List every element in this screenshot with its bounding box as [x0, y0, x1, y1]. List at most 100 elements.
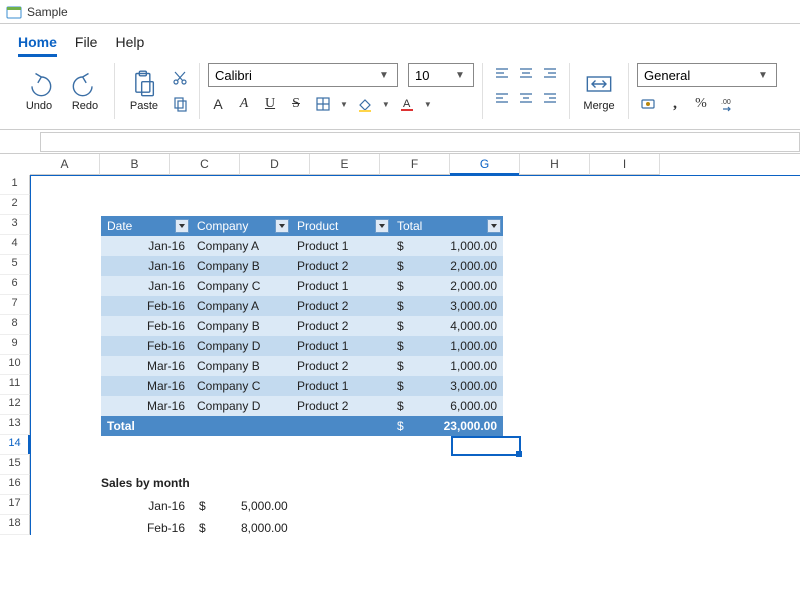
strikethrough-button[interactable]: S [286, 94, 306, 114]
align-center-button[interactable] [515, 87, 537, 109]
align-top-center-button[interactable] [515, 63, 537, 85]
redo-button[interactable]: Redo [64, 63, 106, 119]
column-header[interactable]: H [520, 154, 590, 175]
align-top-left-button[interactable] [491, 63, 513, 85]
app-icon [6, 4, 22, 20]
row-header[interactable]: 4 [0, 235, 30, 255]
chevron-down-icon[interactable]: ▼ [754, 70, 772, 81]
filter-dropdown-icon[interactable] [487, 219, 501, 233]
italic-button[interactable]: A [234, 94, 254, 114]
table-total-row: Total$23,000.00 [101, 416, 503, 436]
cut-button[interactable] [169, 67, 191, 89]
table-row[interactable]: Jan-16Company CProduct 1$2,000.00 [101, 276, 503, 296]
font-color-button[interactable]: A [396, 93, 418, 115]
font-name-input[interactable] [209, 64, 375, 86]
chevron-down-icon[interactable]: ▼ [382, 100, 390, 109]
row-header[interactable]: 3 [0, 215, 30, 235]
group-align [483, 63, 570, 119]
menu-bar: Home File Help [0, 24, 800, 57]
row-header[interactable]: 16 [0, 475, 30, 495]
chevron-down-icon[interactable]: ▼ [340, 100, 348, 109]
row-header[interactable]: 2 [0, 195, 30, 215]
group-number: ▼ , % .00 [629, 63, 785, 119]
tab-file[interactable]: File [75, 30, 98, 57]
tab-help[interactable]: Help [115, 30, 144, 57]
column-header[interactable]: F [380, 154, 450, 175]
undo-button[interactable]: Undo [18, 63, 60, 119]
table-row[interactable]: Feb-16Company BProduct 2$4,000.00 [101, 316, 503, 336]
column-header[interactable]: A [30, 154, 100, 175]
title-bar: Sample [0, 0, 800, 24]
number-format-input[interactable] [638, 64, 754, 86]
row-header[interactable]: 7 [0, 295, 30, 315]
percent-style-button[interactable]: % [691, 94, 711, 114]
font-size-input[interactable] [409, 64, 451, 86]
row-header[interactable]: 1 [0, 175, 30, 195]
fill-color-button[interactable] [354, 93, 376, 115]
sales-summary: Sales by month Jan-16$5,000.00Feb-16$8,0… [101, 476, 296, 540]
formula-bar [0, 130, 800, 154]
filter-dropdown-icon[interactable] [375, 219, 389, 233]
row-header[interactable]: 18 [0, 515, 30, 535]
row-header[interactable]: 11 [0, 375, 30, 395]
increase-decimal-button[interactable]: .00 [717, 93, 739, 115]
borders-button[interactable] [312, 93, 334, 115]
align-left-button[interactable] [491, 87, 513, 109]
column-header[interactable]: B [100, 154, 170, 175]
ribbon: Undo Redo Paste ▼ [0, 57, 800, 130]
align-top-right-button[interactable] [539, 63, 561, 85]
table-row[interactable]: Jan-16Company BProduct 2$2,000.00 [101, 256, 503, 276]
merge-button[interactable]: Merge [578, 63, 620, 119]
column-header[interactable]: E [310, 154, 380, 175]
svg-text:A: A [403, 98, 411, 110]
group-clipboard: Paste [115, 63, 200, 119]
table-row[interactable]: Mar-16Company CProduct 1$3,000.00 [101, 376, 503, 396]
column-header[interactable]: G [450, 154, 520, 175]
table-header[interactable]: Company [191, 216, 291, 236]
row-header[interactable]: 13 [0, 415, 30, 435]
paste-button[interactable]: Paste [123, 63, 165, 119]
table-row[interactable]: Mar-16Company DProduct 2$6,000.00 [101, 396, 503, 416]
sales-row[interactable]: Feb-16$8,000.00 [103, 518, 294, 538]
sales-row[interactable]: Jan-16$5,000.00 [103, 496, 294, 516]
font-name-combo[interactable]: ▼ [208, 63, 398, 87]
underline-button[interactable]: U [260, 94, 280, 114]
table-row[interactable]: Jan-16Company AProduct 1$1,000.00 [101, 236, 503, 256]
row-header[interactable]: 12 [0, 395, 30, 415]
column-header[interactable]: I [590, 154, 660, 175]
comma-style-button[interactable]: , [665, 94, 685, 114]
row-header[interactable]: 10 [0, 355, 30, 375]
table-header[interactable]: Total [391, 216, 503, 236]
currency-button[interactable] [637, 93, 659, 115]
column-header[interactable]: C [170, 154, 240, 175]
formula-input[interactable] [40, 132, 800, 152]
cells-area[interactable]: DateCompanyProductTotal Jan-16Company AP… [30, 175, 800, 535]
row-header[interactable]: 14 [0, 435, 30, 455]
tab-home[interactable]: Home [18, 30, 57, 57]
window-title: Sample [27, 5, 68, 19]
chevron-down-icon[interactable]: ▼ [375, 70, 393, 81]
copy-button[interactable] [169, 93, 191, 115]
grid-body: 123456789101112131415161718 DateCompanyP… [0, 175, 800, 535]
column-header[interactable]: D [240, 154, 310, 175]
row-header[interactable]: 5 [0, 255, 30, 275]
row-header[interactable]: 9 [0, 335, 30, 355]
filter-dropdown-icon[interactable] [275, 219, 289, 233]
chevron-down-icon[interactable]: ▼ [451, 70, 469, 81]
bold-button[interactable]: A [208, 94, 228, 114]
number-format-combo[interactable]: ▼ [637, 63, 777, 87]
table-row[interactable]: Feb-16Company DProduct 1$1,000.00 [101, 336, 503, 356]
filter-dropdown-icon[interactable] [175, 219, 189, 233]
row-header[interactable]: 6 [0, 275, 30, 295]
row-header[interactable]: 17 [0, 495, 30, 515]
group-undo-redo: Undo Redo [10, 63, 115, 119]
chevron-down-icon[interactable]: ▼ [424, 100, 432, 109]
table-header[interactable]: Product [291, 216, 391, 236]
row-header[interactable]: 15 [0, 455, 30, 475]
font-size-combo[interactable]: ▼ [408, 63, 474, 87]
align-right-button[interactable] [539, 87, 561, 109]
table-row[interactable]: Feb-16Company AProduct 2$3,000.00 [101, 296, 503, 316]
table-header[interactable]: Date [101, 216, 191, 236]
row-header[interactable]: 8 [0, 315, 30, 335]
table-row[interactable]: Mar-16Company BProduct 2$1,000.00 [101, 356, 503, 376]
